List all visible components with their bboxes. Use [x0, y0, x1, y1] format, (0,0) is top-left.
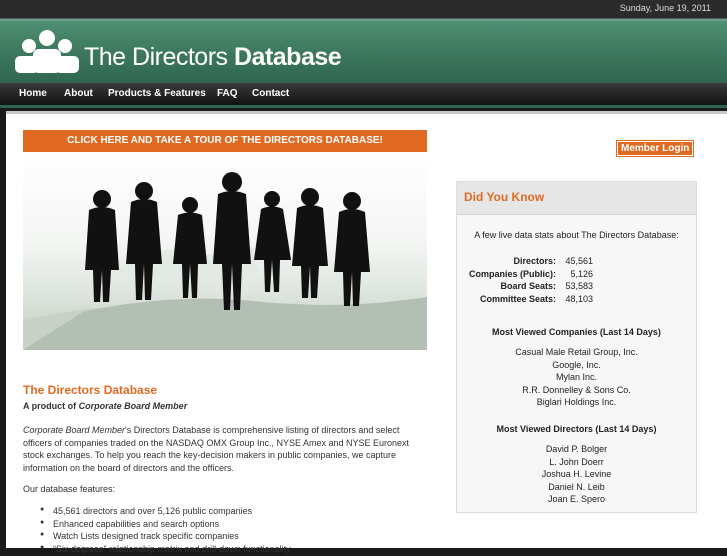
site-banner: The Directors Database: [0, 19, 727, 85]
list-item: Enhanced capabilities and search options: [40, 519, 291, 532]
director-link[interactable]: L. John Doerr: [457, 456, 696, 469]
most-viewed-companies-list: Casual Male Retail Group, Inc. Google, I…: [457, 346, 696, 409]
paragraph-brand: Corporate Board Member: [23, 425, 125, 435]
subtitle-brand: Corporate Board Member: [79, 401, 188, 411]
company-link[interactable]: R.R. Donnelley & Sons Co.: [457, 384, 696, 397]
director-link[interactable]: Joan E. Spero: [457, 493, 696, 506]
top-bar: Sunday, June 19, 2011: [0, 0, 727, 19]
list-item: 45,561 directors and over 5,126 public c…: [40, 506, 291, 519]
content-area: CLICK HERE AND TAKE A TOUR OF THE DIRECT…: [6, 111, 727, 548]
nav-products-features[interactable]: Products & Features: [108, 88, 206, 99]
stat-row: Board Seats: 53,583: [457, 281, 696, 294]
site-logo[interactable]: The Directors Database: [84, 43, 341, 72]
current-date: Sunday, June 19, 2011: [620, 3, 711, 13]
page-subtitle: A product of Corporate Board Member: [23, 401, 187, 411]
did-you-know-panel: Did You Know A few live data stats about…: [456, 181, 697, 513]
company-link[interactable]: Casual Male Retail Group, Inc.: [457, 346, 696, 359]
hero-image: [23, 152, 427, 350]
list-item: “Six degrees” relationship matrix and dr…: [40, 544, 291, 556]
did-you-know-title: Did You Know: [464, 190, 544, 204]
features-list: 45,561 directors and over 5,126 public c…: [40, 506, 291, 556]
company-link[interactable]: Mylan Inc.: [457, 371, 696, 384]
subtitle-prefix: A product of: [23, 401, 79, 411]
list-item: Watch Lists designed track specific comp…: [40, 531, 291, 544]
company-link[interactable]: Google, Inc.: [457, 359, 696, 372]
stat-value: 48,103: [565, 294, 593, 304]
stat-label: Board Seats:: [500, 281, 556, 291]
tour-button[interactable]: CLICK HERE AND TAKE A TOUR OF THE DIRECT…: [23, 130, 427, 152]
stat-value: 5,126: [570, 269, 593, 279]
stat-row: Committee Seats: 48,103: [457, 294, 696, 307]
page-title: The Directors Database: [23, 383, 157, 397]
nav-home[interactable]: Home: [19, 88, 47, 99]
logo-text-bold: Database: [234, 43, 341, 71]
stat-value: 53,583: [565, 281, 593, 291]
director-link[interactable]: David P. Bolger: [457, 443, 696, 456]
people-group-icon: [14, 29, 80, 75]
stats-intro: A few live data stats about The Director…: [457, 230, 696, 240]
stat-value: 45,561: [565, 256, 593, 266]
most-viewed-directors-title: Most Viewed Directors (Last 14 Days): [457, 424, 696, 434]
stats-list: Directors: 45,561 Companies (Public): 5,12…: [457, 256, 696, 306]
main-nav: Home About Products & Features FAQ Conta…: [0, 83, 727, 108]
business-people-illustration: [23, 152, 427, 350]
member-login-button[interactable]: Member Login: [617, 141, 693, 156]
nav-about[interactable]: About: [64, 88, 93, 99]
stat-row: Companies (Public): 5,126: [457, 269, 696, 282]
stat-label: Directors:: [513, 256, 556, 266]
company-link[interactable]: Biglari Holdings Inc.: [457, 396, 696, 409]
most-viewed-directors-list: David P. Bolger L. John Doerr Joshua H. …: [457, 443, 696, 506]
nav-contact[interactable]: Contact: [252, 88, 289, 99]
intro-paragraph: Corporate Board Member's Directors Datab…: [23, 424, 423, 474]
nav-faq[interactable]: FAQ: [217, 88, 238, 99]
stat-label: Committee Seats:: [480, 294, 556, 304]
director-link[interactable]: Joshua H. Levine: [457, 468, 696, 481]
features-heading: Our database features:: [23, 484, 115, 494]
stat-row: Directors: 45,561: [457, 256, 696, 269]
stat-label: Companies (Public):: [469, 269, 556, 279]
did-you-know-header: Did You Know: [457, 182, 696, 215]
logo-text-thin: The Directors: [84, 43, 234, 71]
most-viewed-companies-title: Most Viewed Companies (Last 14 Days): [457, 327, 696, 337]
director-link[interactable]: Daniel N. Leib: [457, 481, 696, 494]
